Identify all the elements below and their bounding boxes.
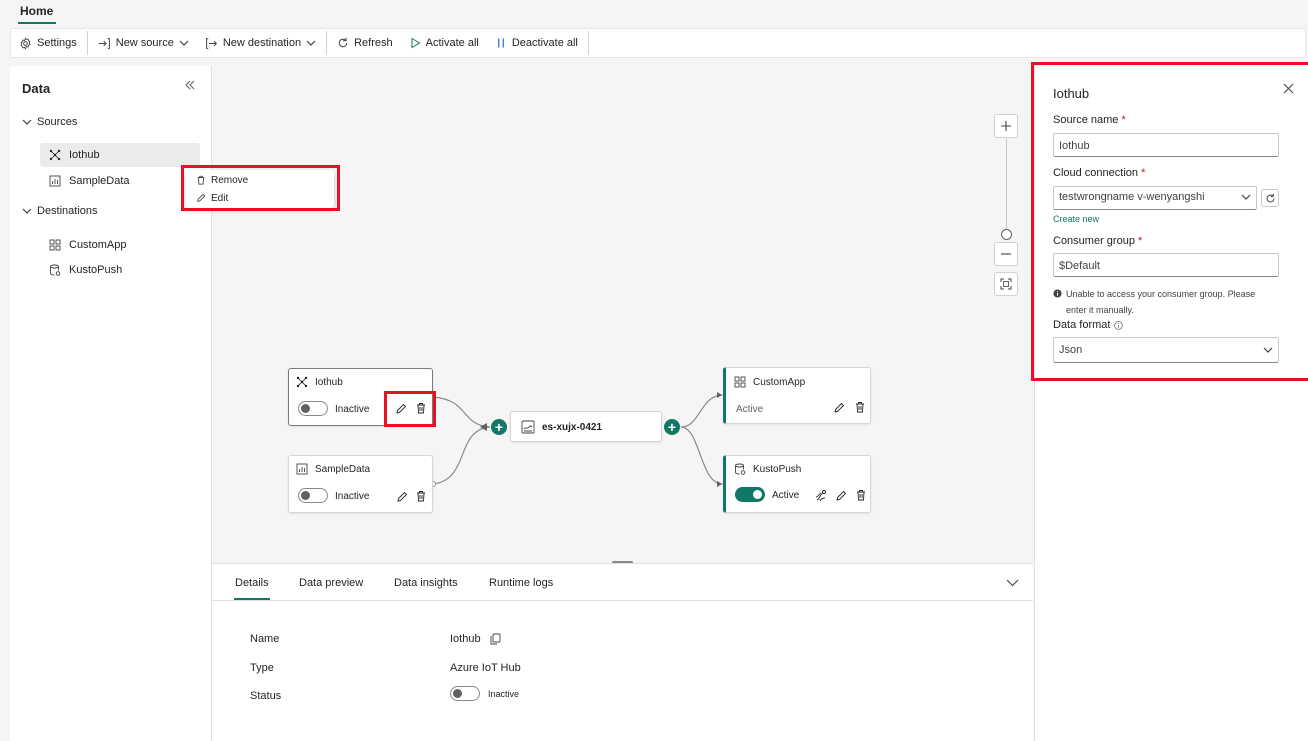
delete-node-button[interactable]	[415, 490, 427, 502]
tab-data-insights[interactable]: Data insights	[394, 577, 458, 589]
open-kusto-button[interactable]	[814, 489, 827, 502]
add-destination-button[interactable]: +	[664, 419, 680, 435]
plus-icon	[1000, 120, 1012, 132]
node-status: Active	[772, 490, 800, 501]
delete-node-button[interactable]	[854, 401, 866, 413]
node-sampledata[interactable]: SampleData Inactive	[288, 455, 433, 513]
node-header: es-xujx-0421	[521, 420, 602, 434]
zoom-slider-thumb[interactable]	[1001, 229, 1012, 240]
node-toggle[interactable]	[298, 401, 328, 416]
eventstream-icon	[521, 420, 535, 434]
node-kustopush[interactable]: KustoPush Active	[723, 455, 871, 513]
minus-icon	[1000, 248, 1012, 260]
node-title: SampleData	[315, 463, 371, 475]
detail-name-value: Iothub	[450, 633, 481, 645]
highlight-box	[1031, 62, 1308, 381]
edit-node-button[interactable]	[835, 490, 847, 502]
node-status: Inactive	[335, 404, 370, 415]
node-customapp[interactable]: CustomApp Active	[723, 367, 871, 424]
node-title: Iothub	[315, 376, 343, 388]
fit-to-screen-button[interactable]	[994, 272, 1018, 296]
tab-details[interactable]: Details	[235, 577, 269, 589]
tab-data-preview[interactable]: Data preview	[299, 577, 363, 589]
node-header: Iothub	[296, 376, 343, 388]
node-header: SampleData	[296, 463, 370, 475]
node-header: KustoPush	[734, 463, 801, 475]
delete-node-button[interactable]	[415, 402, 427, 414]
detail-type-label: Type	[250, 662, 274, 674]
highlight-box	[181, 165, 340, 211]
node-toggle[interactable]	[298, 488, 328, 503]
detail-status-toggle[interactable]	[450, 686, 480, 701]
node-title: CustomApp	[753, 376, 806, 388]
node-header: CustomApp	[734, 376, 805, 388]
database-icon	[734, 463, 746, 475]
chart-icon	[296, 463, 308, 475]
detail-name-label: Name	[250, 633, 280, 645]
edit-node-button[interactable]	[396, 491, 408, 503]
fit-screen-icon	[1000, 278, 1012, 290]
node-status: Active	[736, 404, 764, 415]
node-title: KustoPush	[753, 463, 802, 475]
grid-app-icon	[734, 376, 746, 388]
zoom-out-button[interactable]	[994, 242, 1018, 266]
node-eventstream[interactable]: es-xujx-0421	[510, 411, 662, 442]
detail-type-value: Azure IoT Hub	[450, 662, 521, 674]
highlight-box	[384, 391, 436, 427]
node-status: Inactive	[335, 491, 370, 502]
delete-node-button[interactable]	[855, 489, 867, 501]
edit-node-button[interactable]	[833, 402, 845, 414]
iot-hub-icon	[296, 376, 308, 388]
add-transform-button[interactable]: +	[491, 419, 507, 435]
detail-status-label: Status	[250, 690, 282, 702]
copy-icon[interactable]	[490, 633, 501, 645]
detail-status-value: Inactive	[488, 689, 520, 699]
node-toggle[interactable]	[735, 487, 765, 502]
node-title: es-xujx-0421	[542, 421, 603, 433]
zoom-in-button[interactable]	[994, 114, 1018, 138]
tab-runtime-logs[interactable]: Runtime logs	[489, 577, 553, 589]
tab-divider	[212, 600, 1033, 601]
collapse-pane-button[interactable]	[1006, 578, 1019, 588]
zoom-slider-track[interactable]	[1006, 139, 1007, 235]
details-pane: Details Data preview Data insights Runti…	[212, 563, 1033, 741]
edit-node-button[interactable]	[395, 403, 407, 415]
